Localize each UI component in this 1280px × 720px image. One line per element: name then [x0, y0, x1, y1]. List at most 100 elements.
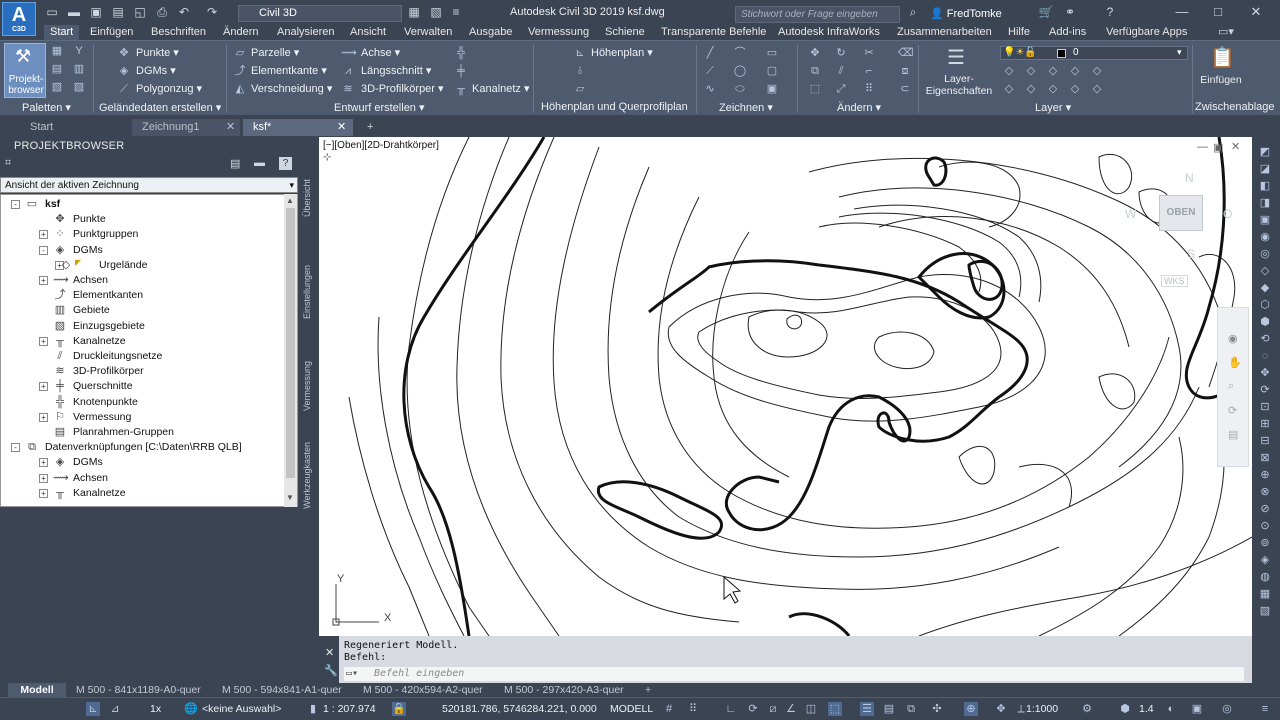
object-snap-icon[interactable]: ◫	[804, 702, 818, 716]
dynamic-ucs-icon[interactable]: ⬚	[828, 702, 842, 716]
add-layout-button[interactable]: +	[645, 683, 651, 697]
panel-zeichnen[interactable]: Zeichnen ▾	[719, 101, 773, 114]
side-tab-vermessung[interactable]: Vermessung	[302, 361, 312, 411]
tool-icon-11[interactable]: ⬢	[1257, 315, 1273, 329]
arc-icon[interactable]: ⌒	[733, 47, 747, 59]
expand-icon[interactable]: +	[39, 412, 48, 422]
rotate-icon[interactable]: ↻	[834, 47, 848, 59]
hardware-acceleration-icon[interactable]: ⬢	[1118, 702, 1132, 716]
scroll-down-icon[interactable]: ▼	[286, 493, 294, 502]
layer-tool-icon-2[interactable]: ◇	[1024, 65, 1038, 77]
copy-icon[interactable]: ⧉	[808, 65, 822, 77]
doc-tab-zeichnung1[interactable]: Zeichnung1 ✕	[132, 119, 240, 136]
collapse-icon[interactable]: -	[11, 200, 20, 209]
profilkoerper-button[interactable]: 3D-Profilkörper ▾	[361, 82, 444, 96]
tool-icon-21[interactable]: ⊗	[1257, 485, 1273, 499]
tree-item[interactable]: ⤴ Elementkanten	[1, 288, 285, 303]
tool-icon-12[interactable]: ⟲	[1257, 332, 1273, 346]
ortho-icon[interactable]: ∟	[724, 702, 738, 716]
palette-icon-5[interactable]: ▧	[50, 81, 64, 93]
isolate-objects-icon[interactable]: ◐	[1164, 702, 1178, 716]
palette-icon-1[interactable]: ▦	[50, 45, 64, 57]
tool-icon-8[interactable]: ◇	[1257, 264, 1273, 278]
scale-icon[interactable]: ▮	[306, 702, 320, 716]
scale-icon[interactable]: ⤢	[834, 83, 848, 95]
ellipse-icon[interactable]: ⬭	[733, 83, 747, 95]
layout-tab-modell[interactable]: Modell	[8, 683, 66, 697]
pan-icon[interactable]: ✋	[1228, 356, 1242, 369]
save-as-icon[interactable]: ▤	[110, 5, 126, 19]
tool-icon-19[interactable]: ⊠	[1257, 451, 1273, 465]
layer-dropdown[interactable]: 💡☀🔓 0 ▾	[1000, 46, 1188, 60]
tree-item[interactable]: + ╥ Kanalnetze	[1, 486, 285, 501]
intersection-icon[interactable]: ╬	[454, 47, 468, 59]
palette-icon-6[interactable]: ▨	[72, 81, 86, 93]
tab-verfuegbare-apps[interactable]: Verfügbare Apps	[1106, 25, 1187, 40]
command-icon[interactable]: ▭▾	[346, 667, 358, 681]
tool-icon-25[interactable]: ◈	[1257, 553, 1273, 567]
tool-icon-2[interactable]: ◪	[1257, 162, 1273, 176]
doc-tab-start[interactable]: Start	[20, 119, 130, 136]
wcs-menu[interactable]: WKS	[1161, 275, 1188, 287]
panel-layer[interactable]: Layer ▾	[1035, 101, 1071, 114]
web-icon[interactable]: ◱	[132, 5, 148, 19]
layer-tool-icon-8[interactable]: ◇	[1046, 83, 1060, 95]
section-views-icon[interactable]: ⏥	[573, 83, 587, 95]
tab-vermessung[interactable]: Vermessung	[528, 25, 589, 40]
selection-cycling-icon[interactable]: ⧉	[904, 702, 918, 716]
layer-tool-icon-10[interactable]: ◇	[1090, 83, 1104, 95]
layer-tool-icon-7[interactable]: ◇	[1024, 83, 1038, 95]
gizmo-icon[interactable]: ✥	[994, 702, 1008, 716]
viewport-controls-label[interactable]: [−][Oben][2D-Drahtkörper]	[323, 140, 439, 151]
doc-tab-ksf[interactable]: ksf* ✕	[243, 119, 353, 136]
viewport-minimize-icon[interactable]: —	[1197, 141, 1208, 153]
tool-icon-20[interactable]: ⊕	[1257, 468, 1273, 482]
item-view-icon[interactable]: ▬	[254, 157, 265, 169]
3d-osnap-icon[interactable]: ✣	[930, 702, 944, 716]
full-navigation-wheel-icon[interactable]: ◉	[1228, 332, 1238, 345]
tab-add-ins[interactable]: Add-ins	[1049, 25, 1086, 40]
tab-analysieren[interactable]: Analysieren	[277, 25, 334, 40]
tool-icon-1[interactable]: ◩	[1257, 145, 1273, 159]
tab-schiene[interactable]: Schiene	[605, 25, 645, 40]
panel-zwischenablage[interactable]: Zwischenablage	[1195, 101, 1275, 113]
circle-icon[interactable]: ◯	[733, 65, 747, 77]
panel-hoehenplan[interactable]: Höhenplan und Querprofilplan	[541, 101, 688, 113]
zoom-icon[interactable]: ⌕	[1228, 380, 1234, 393]
tab-hilfe[interactable]: Hilfe	[1008, 25, 1030, 40]
offset-icon[interactable]: ⊂	[898, 83, 912, 95]
tree-item[interactable]: + ⟿ Achsen	[1, 471, 285, 486]
drawing-scale[interactable]: 1 : 207.974	[323, 703, 376, 715]
layer-tool-icon-5[interactable]: ◇	[1090, 65, 1104, 77]
save-icon[interactable]: ▣	[88, 5, 104, 19]
help-icon[interactable]: ?	[279, 157, 292, 170]
tab-zusammenarbeiten[interactable]: Zusammenarbeiten	[897, 25, 992, 40]
layer-tool-icon-3[interactable]: ◇	[1046, 65, 1060, 77]
layout-tab-a2[interactable]: M 500 - 420x594-A2-quer	[363, 683, 483, 697]
paste-button[interactable]: 📋 Einfügen	[1198, 43, 1244, 98]
selection-status[interactable]: <keine Auswahl>	[202, 703, 281, 715]
expand-icon[interactable]: +	[39, 473, 48, 483]
expand-icon[interactable]: +	[39, 458, 48, 468]
viewport-restore-icon[interactable]: ▣	[1213, 141, 1223, 154]
scroll-up-icon[interactable]: ▲	[286, 196, 294, 205]
tree-item[interactable]: + ╪ Querschnitte	[1, 379, 285, 394]
tab-ausgabe[interactable]: Ausgabe	[469, 25, 512, 40]
collapse-icon[interactable]: -	[39, 245, 48, 255]
user-account[interactable]: 👤 FredTomke	[930, 7, 1002, 20]
tree-item[interactable]: + ◇ Urgelände ◤	[1, 258, 285, 273]
tree-item[interactable]: - ▭ ksf	[1, 197, 285, 212]
expand-icon[interactable]: +	[39, 230, 48, 240]
pin-icon[interactable]: ⌗	[5, 157, 11, 170]
tab-beschriften[interactable]: Beschriften	[151, 25, 206, 40]
transparency-icon[interactable]: ▤	[882, 702, 896, 716]
tree-item[interactable]: + ⟿ Achsen	[1, 273, 285, 288]
a360-icon[interactable]: ⚭	[1062, 5, 1078, 19]
new-tab-button[interactable]: +	[357, 119, 387, 136]
drawing-canvas[interactable]: Y X [−][Oben][2D-Drahtkörper] ⊹ N W O S …	[319, 137, 1252, 636]
help-icon[interactable]: ?	[1102, 5, 1118, 19]
tool-icon-24[interactable]: ⊚	[1257, 536, 1273, 550]
layout-tab-a3[interactable]: M 500 - 297x420-A3-quer	[504, 683, 624, 697]
annotation-visibility-icon[interactable]: ⊕	[964, 702, 978, 716]
tool-icon-26[interactable]: ◍	[1257, 570, 1273, 584]
